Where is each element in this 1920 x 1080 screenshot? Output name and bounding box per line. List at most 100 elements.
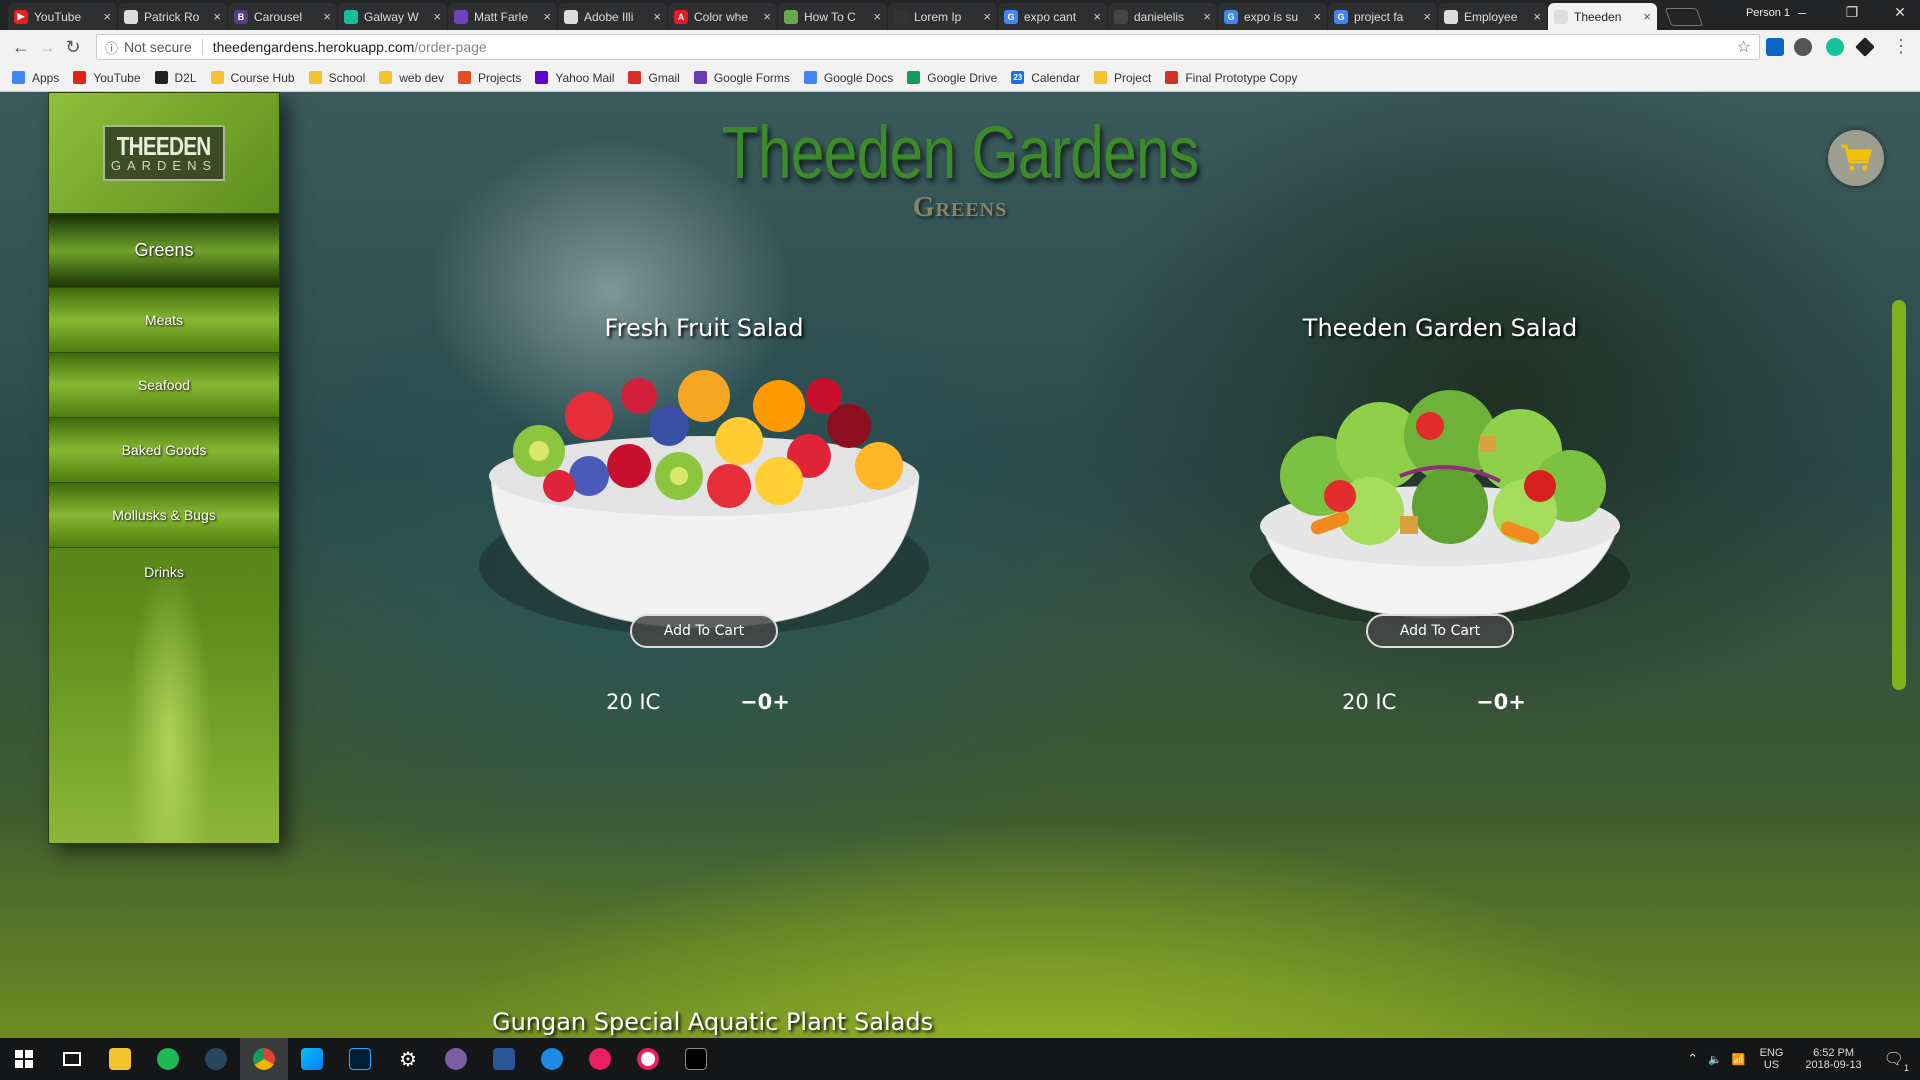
bookmark-item[interactable]: Course Hub [210,71,295,85]
browser-tab[interactable]: Theeden × [1548,3,1657,30]
nav-item-mollusks-bugs[interactable]: Mollusks & Bugs [49,482,279,547]
close-tab-icon[interactable]: × [1533,9,1541,24]
taskbar-webstorm[interactable] [288,1038,336,1080]
volume-icon[interactable]: 🔈 [1708,1053,1722,1066]
bookmark-item[interactable]: Gmail [628,71,680,85]
taskbar-file-explorer[interactable] [96,1038,144,1080]
browser-tab[interactable]: Gexpo is su × [1218,3,1327,30]
browser-tab[interactable]: danielelis × [1108,3,1217,30]
taskbar-chrome[interactable] [240,1038,288,1080]
close-tab-icon[interactable]: × [103,9,111,24]
nav-item-meats[interactable]: Meats [49,287,279,352]
browser-tab[interactable]: Gexpo cant × [998,3,1107,30]
browser-tab[interactable]: Lorem Ip × [888,3,997,30]
start-button[interactable] [0,1038,48,1080]
scrollbar-thumb[interactable] [1892,300,1906,690]
taskbar-app[interactable] [576,1038,624,1080]
close-tab-icon[interactable]: × [763,9,771,24]
linkedin-extension-icon[interactable] [1766,38,1784,56]
nav-item-seafood[interactable]: Seafood [49,352,279,417]
taskbar-app[interactable] [624,1038,672,1080]
bookmark-item[interactable]: Final Prototype Copy [1165,71,1297,85]
task-view-button[interactable] [48,1038,96,1080]
browser-tab[interactable]: Galway W × [338,3,447,30]
cart-button[interactable] [1828,130,1884,186]
language-indicator[interactable]: ENG US [1760,1047,1784,1071]
decrease-button[interactable]: − [1476,690,1494,714]
taskbar-word[interactable] [480,1038,528,1080]
browser-tab[interactable]: Adobe Illi × [558,3,667,30]
minimize-button[interactable]: – [1782,4,1822,20]
bookmark-item[interactable]: Google Docs [803,71,893,85]
grammarly-extension-icon[interactable] [1826,38,1844,56]
nav-item-baked-goods[interactable]: Baked Goods [49,417,279,482]
browser-tab[interactable]: Patrick Ro × [118,3,227,30]
restore-button[interactable]: ❐ [1832,4,1872,21]
browser-tab[interactable]: How To C × [778,3,887,30]
taskbar-steam[interactable] [192,1038,240,1080]
bookmark-item[interactable]: web dev [379,71,444,85]
favicon-icon: G [1224,9,1238,24]
close-tab-icon[interactable]: × [543,9,551,24]
bookmark-star-icon[interactable]: ☆ [1737,37,1751,57]
close-tab-icon[interactable]: × [213,9,221,24]
bookmark-item[interactable]: School [308,71,365,85]
back-icon[interactable]: ← [8,37,34,58]
taskbar-spotify[interactable] [144,1038,192,1080]
close-tab-icon[interactable]: × [1643,9,1651,24]
decrease-button[interactable]: − [740,690,758,714]
bookmark-label: Calendar [1031,70,1080,85]
increase-button[interactable]: + [1508,690,1526,714]
clock[interactable]: 6:52 PM 2018-09-13 [1805,1047,1861,1071]
extension-icon[interactable] [1855,37,1875,57]
extension-icon[interactable] [1794,38,1812,56]
browser-tab[interactable]: ▶ YouTube × [8,3,117,30]
browser-tab[interactable]: Gproject fa × [1328,3,1437,30]
close-tab-icon[interactable]: × [1093,9,1101,24]
bookmark-item[interactable]: Google Drive [907,71,997,85]
network-icon[interactable]: 📶 [1732,1053,1746,1066]
close-tab-icon[interactable]: × [433,9,441,24]
taskbar-settings[interactable]: ⚙ [384,1038,432,1080]
menu-icon[interactable]: ⋮ [1892,36,1910,57]
browser-tab[interactable]: Employee × [1438,3,1547,30]
browser-tab[interactable]: A Color whe × [668,3,777,30]
close-tab-icon[interactable]: × [653,9,661,24]
close-tab-icon[interactable]: × [1423,9,1431,24]
browser-tab[interactable]: B Carousel × [228,3,337,30]
close-tab-icon[interactable]: × [983,9,991,24]
taskbar-terminal[interactable] [672,1038,720,1080]
bookmark-item[interactable]: Projects [457,71,521,85]
bookmark-item[interactable]: Apps [12,71,59,85]
chevron-up-icon[interactable]: ⌃ [1687,1051,1698,1067]
nav-item-greens[interactable]: Greens [49,213,279,287]
taskbar-photoshop[interactable] [336,1038,384,1080]
bookmark-item[interactable]: 23 Calendar [1011,71,1080,85]
forward-icon[interactable]: → [34,37,60,58]
address-bar[interactable]: ⓘ Not secure theedengardens.herokuapp.co… [96,34,1760,60]
add-to-cart-button[interactable]: Add To Cart [1366,614,1514,648]
reload-icon[interactable]: ↻ [60,37,86,58]
browser-tab[interactable]: Matt Farle × [448,3,557,30]
increase-button[interactable]: + [772,690,790,714]
page-viewport: THEEDEN GARDENS Greens Meats Seafood Baked … [0,92,1920,1038]
close-tab-icon[interactable]: × [323,9,331,24]
bookmark-item[interactable]: D2L [154,71,197,85]
notification-center-button[interactable]: 🗨 1 [1884,1049,1909,1073]
favicon-icon: G [1004,9,1018,24]
info-icon[interactable]: ⓘ [105,38,118,57]
bookmark-item[interactable]: Google Forms [693,71,790,85]
new-tab-button[interactable] [1664,8,1704,26]
bookmark-item[interactable]: YouTube [73,71,141,85]
taskbar-app[interactable] [432,1038,480,1080]
close-tab-icon[interactable]: × [873,9,881,24]
taskbar-app[interactable] [528,1038,576,1080]
bookmark-item[interactable]: Project [1093,71,1151,85]
add-to-cart-button[interactable]: Add To Cart [630,614,778,648]
close-tab-icon[interactable]: × [1313,9,1321,24]
close-window-button[interactable]: ✕ [1880,4,1920,21]
close-tab-icon[interactable]: × [1203,9,1211,24]
nav-item-drinks[interactable]: Drinks [49,547,279,607]
bookmark-item[interactable]: Yahoo Mail [535,71,614,85]
favicon-icon [344,9,358,24]
